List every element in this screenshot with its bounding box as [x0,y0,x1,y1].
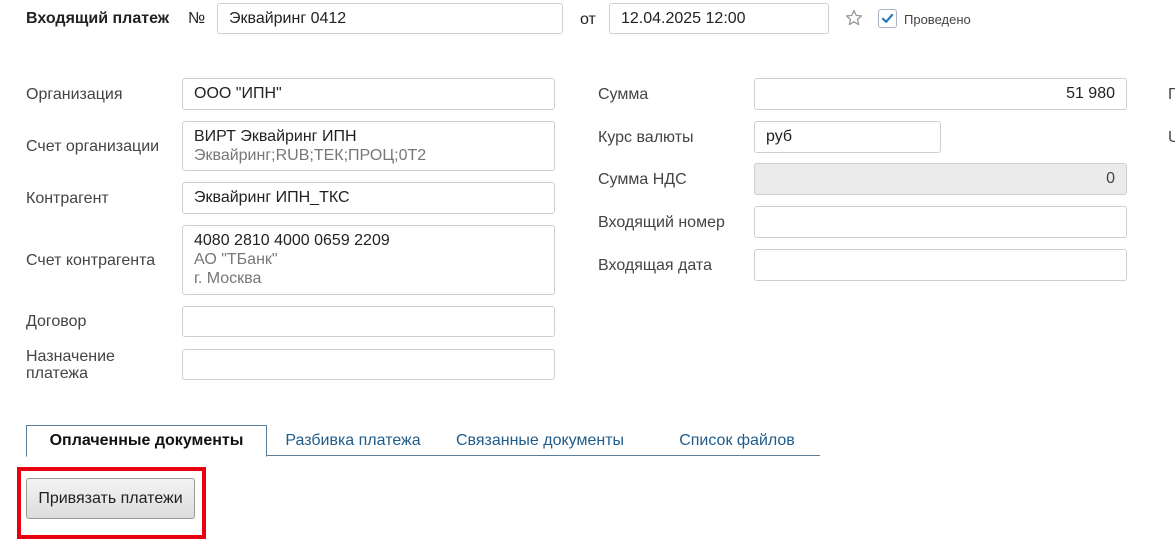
tab-payment-breakdown[interactable]: Разбивка платежа [278,425,428,456]
organization-value: ООО "ИПН" [194,85,282,102]
amount-value: 51 980 [1066,85,1115,102]
tab-file-list[interactable]: Список файлов [672,425,802,456]
tab-bar: Оплаченные документы Разбивка платежа Св… [26,425,820,457]
purpose-label-line2: платежа [26,365,89,382]
purpose-label-line1: Назначение [26,348,115,365]
vat-value: 0 [1106,170,1115,187]
organization-field[interactable]: ООО "ИПН" [182,78,555,110]
page-title: Входящий платеж [26,10,170,27]
vat-field: 0 [754,163,1127,195]
vat-label: Сумма НДС [598,171,687,188]
org-account-label: Счет организации [26,138,160,155]
document-number-value: Эквайринг 0412 [229,9,347,27]
document-date-value: 12.04.2025 12:00 [621,9,746,27]
posted-label: Проведено [904,12,971,27]
contract-field[interactable] [182,306,555,337]
org-account-line1: ВИРТ Эквайринг ИПН [194,128,357,145]
counterparty-account-label: Счет контрагента [26,252,156,269]
number-label: № [188,10,206,27]
incoming-number-label: Входящий номер [598,214,725,231]
counterparty-label: Контрагент [26,190,109,207]
counterparty-account-line3: г. Москва [194,270,262,287]
edge-label-1: П [1168,86,1175,103]
amount-field[interactable]: 51 980 [754,78,1127,110]
posted-checkbox[interactable] [878,9,897,28]
organization-label: Организация [26,86,123,103]
tab-related-documents[interactable]: Связанные документы [431,425,649,456]
checkmark-icon [881,13,894,23]
incoming-date-field[interactable] [754,249,1127,281]
counterparty-account-line2: АО "ТБанк" [194,251,278,268]
counterparty-value: Эквайринг ИПН_ТКС [194,189,350,206]
incoming-date-label: Входящая дата [598,257,712,274]
edge-label-2: U [1168,129,1175,146]
document-date-field[interactable]: 12.04.2025 12:00 [609,3,829,34]
amount-label: Сумма [598,86,649,103]
org-account-field[interactable]: ВИРТ Эквайринг ИПН Эквайринг;RUB;ТЕК;ПРО… [182,121,555,171]
date-label: от [580,11,596,28]
purpose-field[interactable] [182,349,555,380]
rate-label: Курс валюты [598,129,694,146]
counterparty-account-field[interactable]: 4080 2810 4000 0659 2209 АО "ТБанк" г. М… [182,225,555,295]
document-number-field[interactable]: Эквайринг 0412 [217,3,563,34]
favorite-star-icon[interactable] [844,8,864,28]
tab-paid-documents[interactable]: Оплаченные документы [26,425,267,457]
bind-payments-button[interactable]: Привязать платежи [26,478,195,519]
contract-label: Договор [26,313,87,330]
purpose-label: Назначение платежа [26,348,115,382]
counterparty-account-line1: 4080 2810 4000 0659 2209 [194,232,390,249]
rate-value: руб [766,128,793,145]
rate-field[interactable]: руб [754,121,941,153]
incoming-number-field[interactable] [754,206,1127,238]
org-account-line2: Эквайринг;RUB;ТЕК;ПРОЦ;0Т2 [194,147,427,164]
counterparty-field[interactable]: Эквайринг ИПН_ТКС [182,182,555,214]
